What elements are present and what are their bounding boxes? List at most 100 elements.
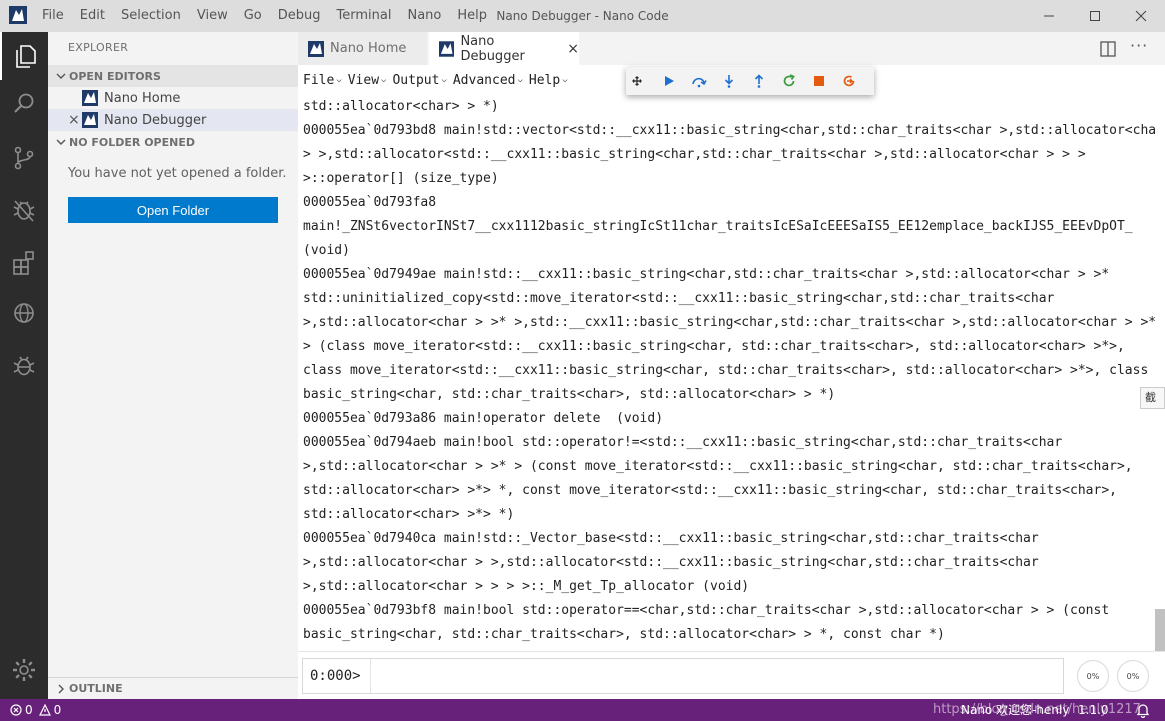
- output-scrollbar-thumb[interactable]: [1155, 609, 1165, 651]
- split-editor-icon[interactable]: [1099, 40, 1117, 58]
- bell-icon[interactable]: [1135, 702, 1151, 718]
- tab-nano-home[interactable]: Nano Home: [298, 32, 428, 65]
- output-line: > (class move_iterator<std::__cxx11::bas…: [303, 339, 1125, 354]
- menu-selection[interactable]: Selection: [113, 0, 189, 32]
- maximize-icon: [1090, 11, 1100, 21]
- open-editors-header[interactable]: OPEN EDITORS: [48, 65, 298, 87]
- status-user[interactable]: Nano 欢迎您-henly: [961, 699, 1069, 721]
- output-line: 000055ea`0d7940ca main!std::_Vector_base…: [303, 531, 1039, 546]
- activity-bar: [0, 32, 48, 699]
- chevron-down-icon: [54, 137, 68, 147]
- activity-debug[interactable]: [0, 186, 48, 234]
- gear-icon: [13, 659, 35, 681]
- open-editor-nano-debugger[interactable]: × Nano Debugger: [48, 109, 298, 131]
- debugger-menu-help[interactable]: Help ⌵: [526, 73, 571, 88]
- chevron-down-icon: ⌵: [381, 75, 387, 85]
- error-icon: [10, 704, 22, 716]
- step-out-button[interactable]: [744, 67, 774, 95]
- menu-view[interactable]: View: [189, 0, 236, 32]
- debugger-menu-output[interactable]: Output ⌵: [389, 73, 449, 88]
- output-line: >::operator[] (size_type): [303, 171, 499, 186]
- move-handle[interactable]: [632, 67, 642, 95]
- error-count: 0: [25, 703, 33, 717]
- open-editor-nano-home[interactable]: Nano Home: [48, 87, 298, 109]
- activity-source-control[interactable]: [0, 134, 48, 182]
- close-icon[interactable]: ×: [567, 41, 579, 57]
- command-row: 0:000> 0% 0%: [298, 651, 1165, 699]
- editor-tab-bar: Nano Home Nano Debugger × ···: [298, 32, 1165, 65]
- more-actions-icon[interactable]: ···: [1130, 36, 1148, 55]
- no-folder-header[interactable]: NO FOLDER OPENED: [48, 131, 298, 153]
- nano-debugger-panel: File⌵ View⌵ Output⌵ Advanced⌵ Help⌵: [298, 65, 1165, 699]
- menu-label: Help: [528, 72, 561, 88]
- debugger-menu-file[interactable]: File ⌵: [300, 73, 345, 88]
- nano-logo-icon: [82, 112, 98, 128]
- activity-remote[interactable]: [0, 289, 48, 337]
- close-icon[interactable]: ×: [68, 112, 80, 128]
- step-over-button[interactable]: [684, 67, 714, 95]
- bug-icon: [13, 356, 35, 376]
- chevron-down-icon: [54, 71, 68, 81]
- disconnect-button[interactable]: [834, 67, 864, 95]
- menu-file[interactable]: File: [34, 0, 72, 32]
- maximize-button[interactable]: [1072, 0, 1118, 32]
- debugger-menu-advanced[interactable]: Advanced ⌵: [450, 73, 526, 88]
- open-editor-label: Nano Debugger: [104, 112, 207, 128]
- minimize-button[interactable]: [1026, 0, 1072, 32]
- menu-debug[interactable]: Debug: [270, 0, 329, 32]
- close-window-button[interactable]: [1118, 0, 1164, 32]
- stop-button[interactable]: [804, 67, 834, 95]
- menu-terminal[interactable]: Terminal: [329, 0, 400, 32]
- menu-edit[interactable]: Edit: [72, 0, 113, 32]
- menu-nano[interactable]: Nano: [399, 0, 449, 32]
- files-icon: [16, 45, 36, 68]
- status-version[interactable]: 1.1.0: [1078, 699, 1109, 721]
- activity-extensions[interactable]: [0, 239, 48, 287]
- nano-logo-icon[interactable]: [9, 6, 27, 24]
- status-problems[interactable]: 0 0: [10, 699, 64, 721]
- output-line: basic_string<char, std::char_traits<char…: [303, 627, 945, 642]
- restart-button[interactable]: [774, 67, 804, 95]
- activity-manage[interactable]: [0, 646, 48, 694]
- step-into-button[interactable]: [714, 67, 744, 95]
- menu-go[interactable]: Go: [236, 0, 270, 32]
- output-line: 000055ea`0d794aeb main!bool std::operato…: [303, 435, 1063, 450]
- tab-nano-debugger[interactable]: Nano Debugger ×: [429, 32, 579, 65]
- search-icon: [14, 93, 34, 113]
- open-editor-label: Nano Home: [104, 90, 181, 106]
- open-folder-button[interactable]: Open Folder: [68, 197, 278, 223]
- chevron-right-icon: [54, 684, 68, 694]
- output-line: (void): [303, 243, 350, 258]
- step-into-icon: [724, 75, 734, 88]
- output-line: >,std::allocator<char > >* > (const move…: [303, 459, 1133, 474]
- outline-header[interactable]: OUTLINE: [48, 677, 298, 699]
- output-line: std::allocator<char> >*> *, const move_i…: [303, 483, 1117, 498]
- command-input[interactable]: [373, 660, 1061, 692]
- chevron-down-icon: ⌵: [441, 75, 447, 85]
- gauge-value: 0%: [1086, 671, 1100, 681]
- output-line: std::allocator<char> > *): [303, 99, 499, 114]
- activity-search[interactable]: [0, 80, 48, 128]
- move-icon: [632, 76, 642, 86]
- debugger-output: std::allocator<char> > *) 000055ea`0d793…: [303, 95, 1155, 651]
- globe-icon: [14, 303, 34, 323]
- output-line: 000055ea`0d793a86 main!operator delete (…: [303, 411, 664, 426]
- outline-label: OUTLINE: [69, 682, 123, 695]
- nano-logo-icon: [82, 90, 98, 106]
- output-line: 000055ea`0d793bf8 main!bool std::operato…: [303, 603, 1110, 618]
- disconnect-icon: [843, 75, 855, 87]
- activity-explorer[interactable]: [0, 32, 48, 80]
- chevron-down-icon: ⌵: [336, 75, 342, 85]
- status-bar: 0 0 https://blog.csdn.net/henly1217 Nano…: [0, 699, 1165, 721]
- step-over-icon: [692, 77, 707, 88]
- activity-nano-debugger[interactable]: [0, 341, 48, 389]
- nano-logo-icon: [308, 40, 324, 57]
- output-line: std::allocator<char> >*> *): [303, 507, 515, 522]
- debugger-menu-view[interactable]: View ⌵: [345, 73, 390, 88]
- output-line: >,std::allocator<char > > > >::_M_get_Tp…: [303, 579, 750, 594]
- explorer-title: EXPLORER: [68, 41, 129, 54]
- output-line: 000055ea`0d793bd8 main!std::vector<std::…: [303, 123, 1155, 138]
- title-bar: File Edit Selection View Go Debug Termin…: [0, 0, 1165, 32]
- menu-help[interactable]: Help: [449, 0, 495, 32]
- continue-button[interactable]: [654, 67, 684, 95]
